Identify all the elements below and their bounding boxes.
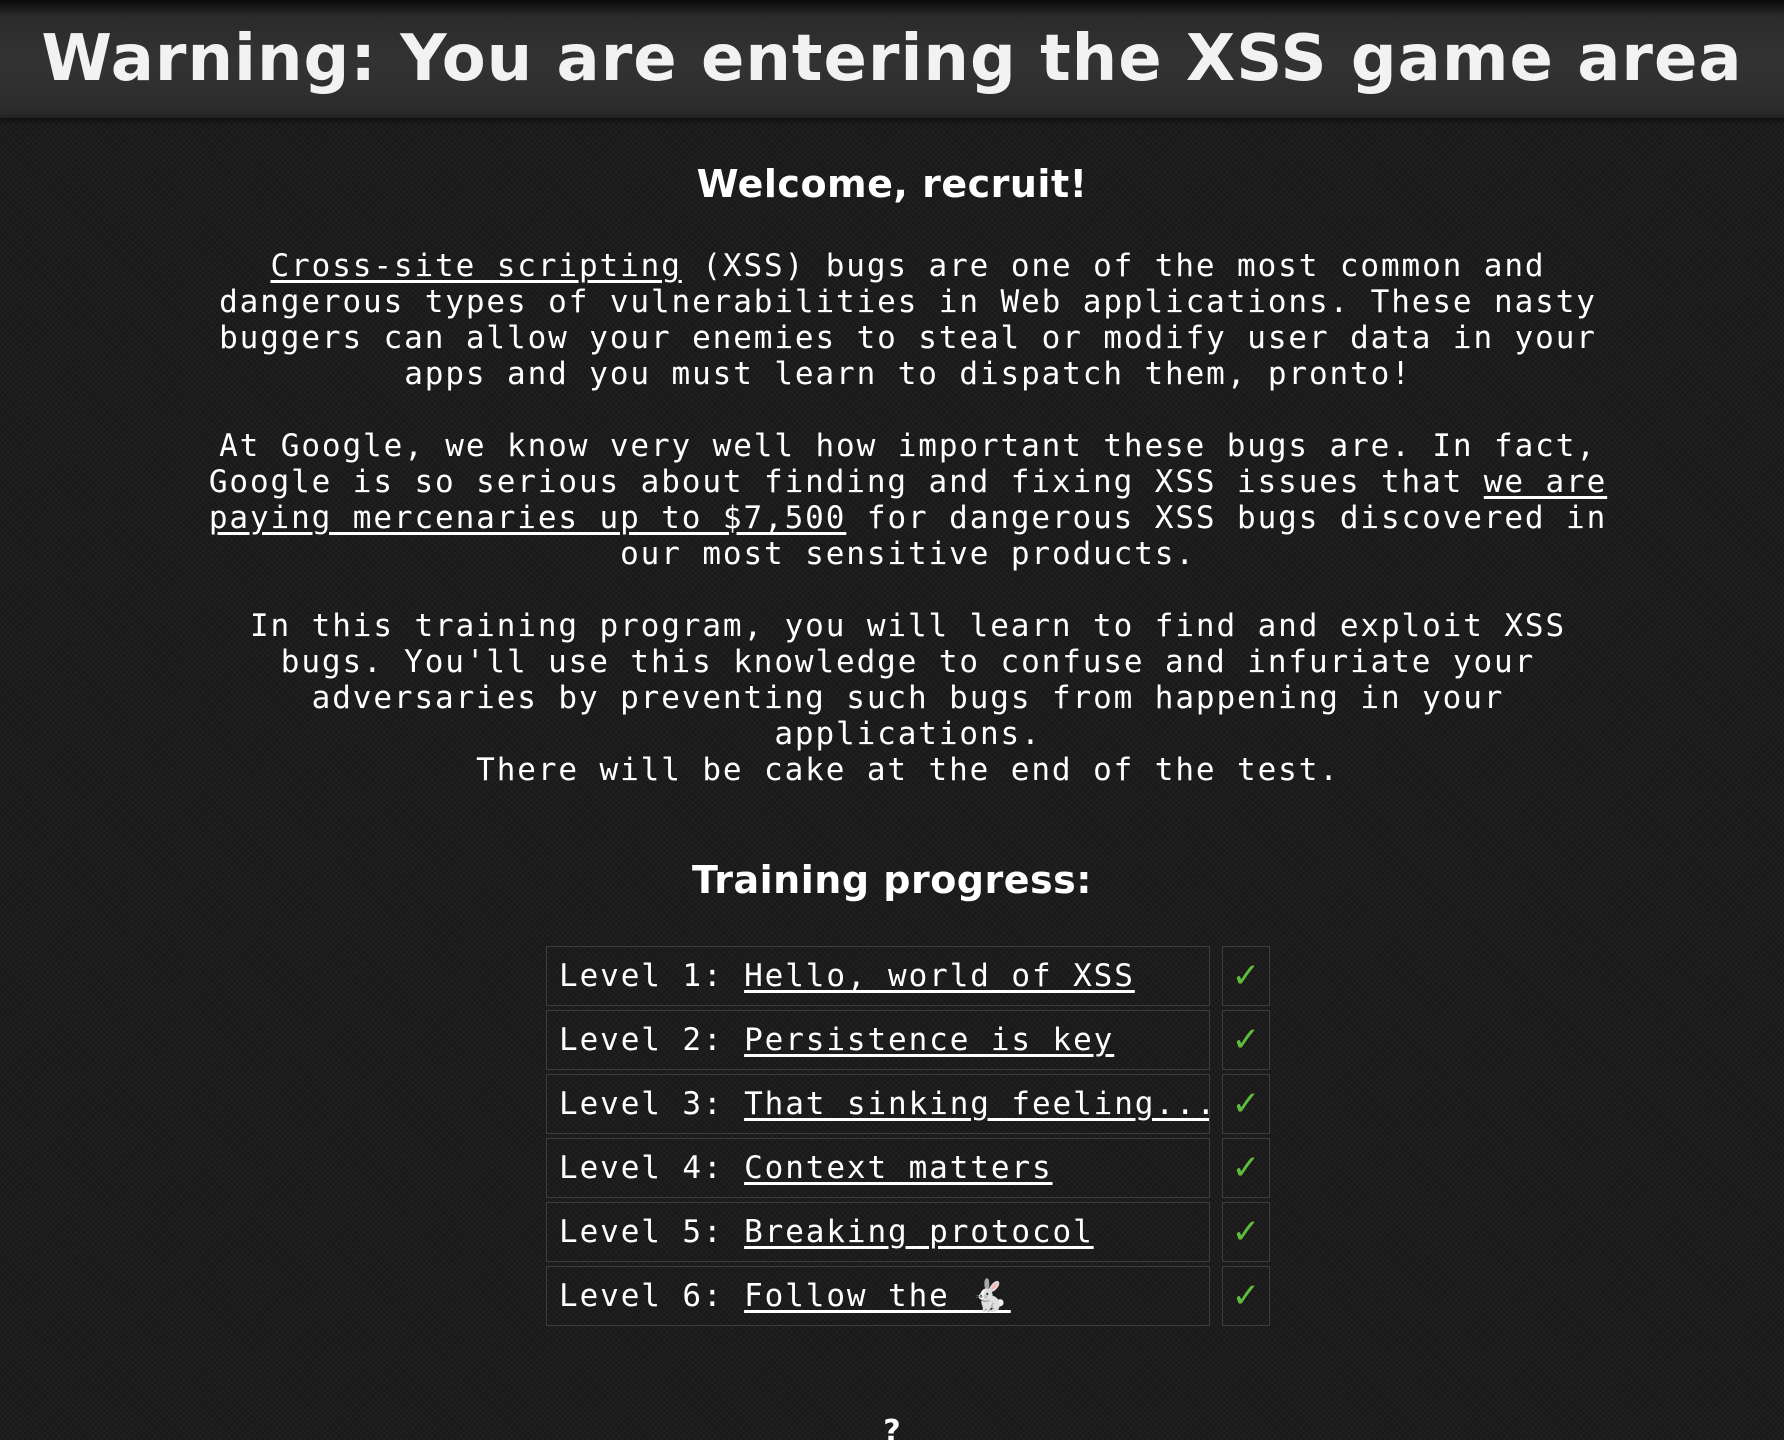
level-4-complete-check-icon: ✓ xyxy=(1222,1138,1270,1198)
intro-paragraph-4: There will be cake at the end of the tes… xyxy=(476,752,1340,788)
level-1-complete-check-icon: ✓ xyxy=(1222,946,1270,1006)
level-5-complete-check-icon: ✓ xyxy=(1222,1202,1270,1262)
cross-site-scripting-link[interactable]: Cross-site scripting xyxy=(271,248,682,284)
level-6-complete-check-icon: ✓ xyxy=(1222,1266,1270,1326)
level-cell: Level 2: Persistence is key xyxy=(546,1010,1210,1070)
level-2-link[interactable]: Persistence is key xyxy=(744,1022,1114,1058)
intro-paragraph-2: At Google, we know very well how importa… xyxy=(190,428,1626,572)
level-2-complete-check-icon: ✓ xyxy=(1222,1010,1270,1070)
welcome-heading: Welcome, recruit! xyxy=(696,162,1088,206)
page-header: Warning: You are entering the XSS game a… xyxy=(0,0,1784,118)
level-cell: Level 5: Breaking protocol xyxy=(546,1202,1210,1262)
intro-paragraph-2-text-a: At Google, we know very well how importa… xyxy=(208,428,1597,500)
level-label: Level 1: xyxy=(559,958,745,994)
level-row-1: Level 1: Hello, world of XSS ✓ xyxy=(546,946,1270,1006)
level-label: Level 2: xyxy=(559,1022,745,1058)
level-6-link[interactable]: Follow the 🐇 xyxy=(744,1278,1011,1314)
intro-paragraph-1: Cross-site scripting (XSS) bugs are one … xyxy=(190,248,1626,392)
level-cell: Level 6: Follow the 🐇 xyxy=(546,1266,1210,1326)
level-4-link[interactable]: Context matters xyxy=(744,1150,1052,1186)
level-3-link[interactable]: That sinking feeling... xyxy=(744,1086,1209,1122)
level-row-6: Level 6: Follow the 🐇 ✓ xyxy=(546,1266,1270,1326)
level-5-link[interactable]: Breaking protocol xyxy=(744,1214,1094,1250)
level-label: Level 5: xyxy=(559,1214,745,1250)
level-cell: Level 1: Hello, world of XSS xyxy=(546,946,1210,1006)
level-cell: Level 3: That sinking feeling... xyxy=(546,1074,1210,1134)
training-progress-heading: Training progress: xyxy=(692,858,1092,902)
level-label: Level 4: xyxy=(559,1150,745,1186)
level-1-link[interactable]: Hello, world of XSS xyxy=(744,958,1135,994)
level-label: Level 6: xyxy=(559,1278,745,1314)
intro-paragraph-3: In this training program, you will learn… xyxy=(249,608,1567,752)
level-row-3: Level 3: That sinking feeling... ✓ xyxy=(546,1074,1270,1134)
level-row-4: Level 4: Context matters ✓ xyxy=(546,1138,1270,1198)
level-row-2: Level 2: Persistence is key ✓ xyxy=(546,1010,1270,1070)
footer-mark: ? xyxy=(883,1414,901,1440)
level-3-complete-check-icon: ✓ xyxy=(1222,1074,1270,1134)
level-cell: Level 4: Context matters xyxy=(546,1138,1210,1198)
level-label: Level 3: xyxy=(559,1086,745,1122)
header-title: Warning: You are entering the XSS game a… xyxy=(41,22,1743,96)
level-row-5: Level 5: Breaking protocol ✓ xyxy=(546,1202,1270,1262)
